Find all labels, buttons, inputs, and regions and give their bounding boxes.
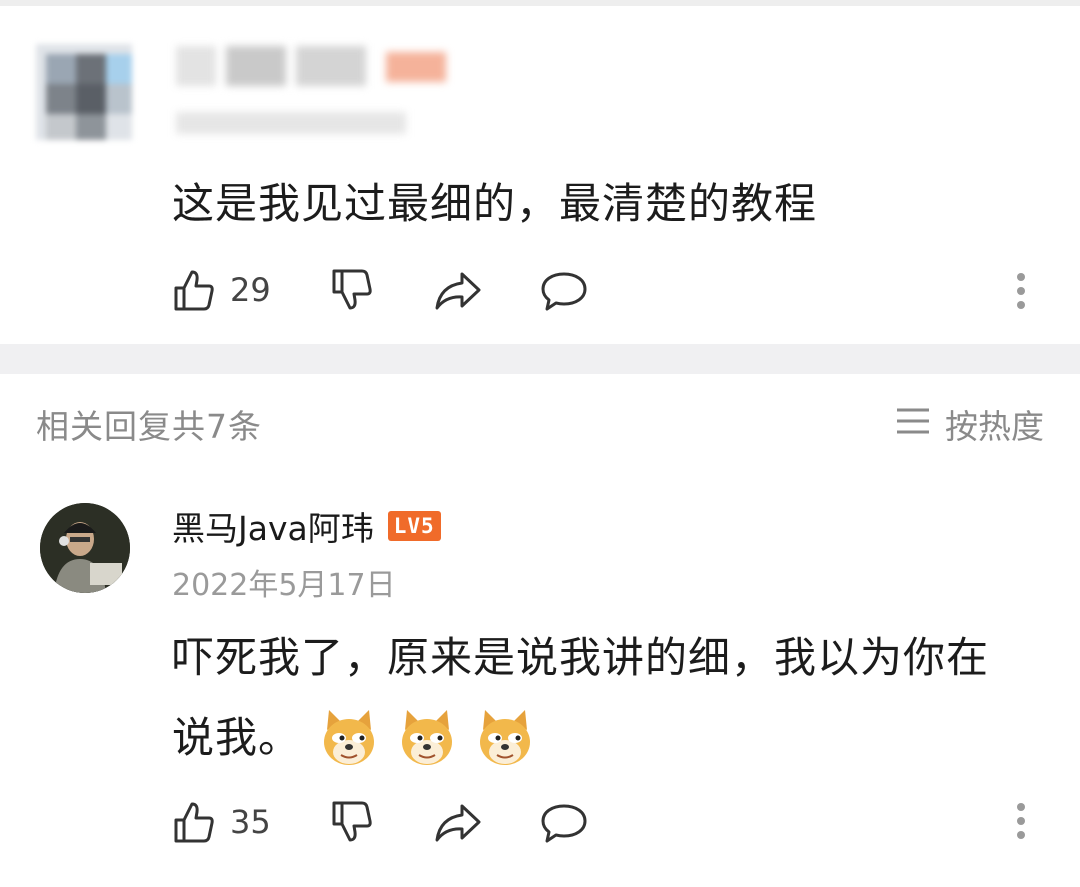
reply-like-count: 35	[230, 803, 271, 841]
replies-count-title: 相关回复共7条	[36, 407, 262, 446]
sort-label: 按热度	[945, 407, 1044, 446]
level-badge: LV5	[387, 511, 441, 541]
author-name: 黑马Java阿玮	[172, 509, 374, 548]
reply-share-button[interactable]	[434, 802, 482, 848]
comment-text: 这是我见过最细的，最清楚的教程	[172, 179, 818, 228]
comment-icon	[540, 804, 588, 848]
thumbs-down-icon	[330, 801, 374, 848]
reply-date: 2022年5月17日	[172, 568, 396, 603]
top-divider	[0, 0, 1080, 6]
dislike-button[interactable]	[330, 268, 374, 316]
comment-icon	[540, 272, 588, 316]
blurred-username	[176, 40, 456, 96]
sort-button[interactable]: 按热度	[895, 400, 1044, 448]
sort-lines-icon	[895, 405, 931, 444]
avatar[interactable]	[40, 503, 130, 593]
blurred-meta	[176, 104, 406, 144]
like-button[interactable]: 29	[172, 268, 271, 312]
reply-button[interactable]	[540, 270, 588, 316]
reply-text-line2-row: 说我。	[172, 708, 533, 768]
blurred-avatar[interactable]	[36, 44, 132, 140]
reply-text-line2: 说我。	[172, 712, 302, 762]
share-icon	[434, 272, 482, 316]
reply-author[interactable]: 黑马Java阿玮 LV5	[172, 502, 441, 550]
thumbs-up-icon	[172, 268, 216, 312]
doge-emoji-icon	[477, 708, 533, 768]
share-button[interactable]	[434, 270, 482, 316]
section-separator	[0, 344, 1080, 374]
reply-more-options-button[interactable]	[1016, 802, 1026, 844]
reply-like-button[interactable]: 35	[172, 800, 271, 844]
thumbs-up-icon	[172, 800, 216, 844]
more-options-button[interactable]	[1016, 272, 1026, 314]
reply-text-line1: 吓死我了，原来是说我讲的细，我以为你在	[172, 633, 990, 682]
reply-dislike-button[interactable]	[330, 800, 374, 848]
reply-comment-button[interactable]	[540, 802, 588, 848]
doge-emoji-icon	[399, 708, 455, 768]
share-icon	[434, 804, 482, 848]
more-vertical-icon	[1016, 803, 1026, 844]
more-vertical-icon	[1016, 273, 1026, 314]
thumbs-down-icon	[330, 269, 374, 316]
like-count: 29	[230, 271, 271, 309]
doge-emoji-icon	[321, 708, 377, 768]
